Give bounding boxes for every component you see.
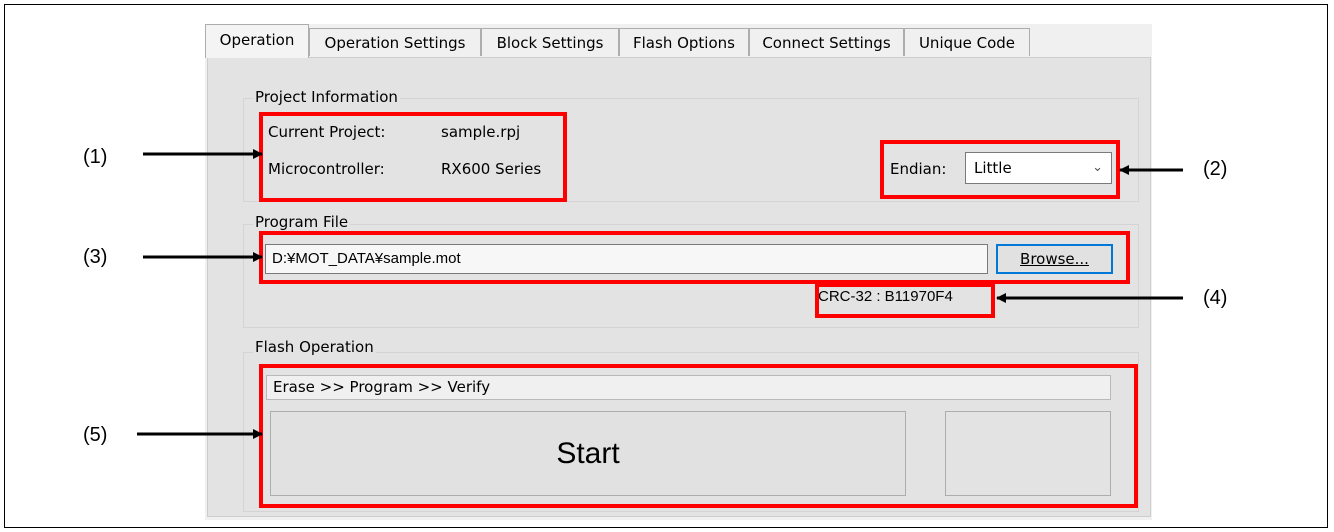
callout-arrows	[137, 149, 1183, 439]
tab-operation[interactable]: Operation	[205, 24, 309, 58]
